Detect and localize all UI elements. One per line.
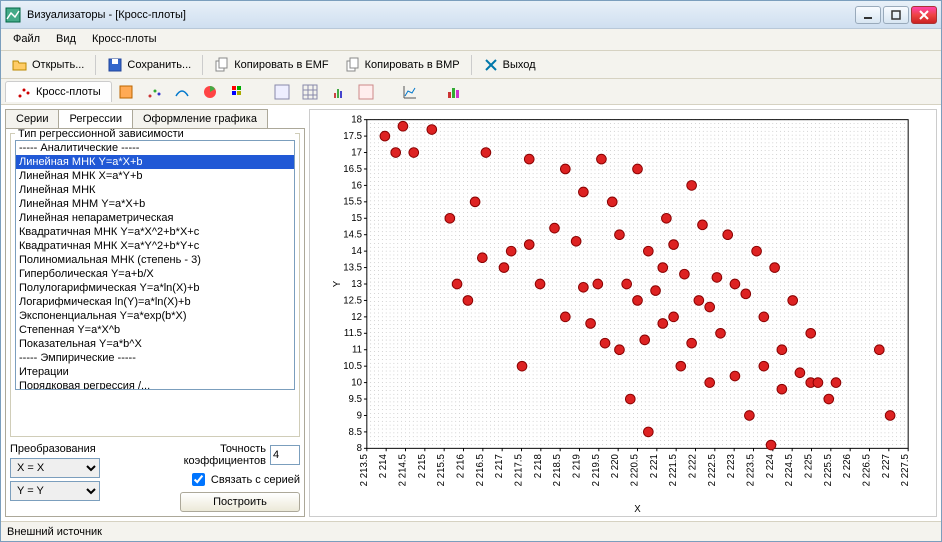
regression-item[interactable]: Степенная Y=a*X^b [16, 323, 294, 337]
main-toolbar: Открыть... Сохранить... Копировать в EMF… [1, 51, 941, 79]
toolbar-icon-2[interactable] [140, 82, 168, 102]
tab-chart-design[interactable]: Оформление графика [132, 109, 268, 128]
regression-item[interactable]: Квадратичная МНК X=a*Y^2+b*Y+c [16, 239, 294, 253]
scatter-icon [16, 84, 32, 100]
app-icon [5, 7, 21, 23]
regression-item[interactable]: Порядковая регрессия /... [16, 379, 294, 390]
regression-item[interactable]: Линейная МНМ Y=a*X+b [16, 197, 294, 211]
precision-label: Точность коэффициентов [176, 443, 266, 467]
transform-x-select[interactable]: X = X [10, 458, 100, 478]
save-button[interactable]: Сохранить... [100, 54, 198, 76]
toolbar-icon-8[interactable] [324, 82, 352, 102]
regression-item[interactable]: ----- Аналитические ----- [16, 141, 294, 155]
toolbar-icon-9[interactable] [352, 82, 380, 102]
regression-item[interactable]: ----- Эмпирические ----- [16, 351, 294, 365]
menu-file[interactable]: Файл [5, 29, 48, 50]
regression-item[interactable]: Экспоненциальная Y=a*exp(b*X) [16, 309, 294, 323]
regression-group-title: Тип регрессионной зависимости [15, 128, 295, 140]
toolbar-icon-3[interactable] [168, 82, 196, 102]
left-panel: Серии Регрессии Оформление графика Тип р… [5, 109, 305, 517]
copy-bmp-button[interactable]: Копировать в BMP [338, 54, 467, 76]
transform-y-select[interactable]: Y = Y [10, 481, 100, 501]
sub-tabs: Серии Регрессии Оформление графика [5, 109, 305, 128]
bottom-controls: Преобразования X = X Y = Y Точность коэф… [10, 443, 300, 512]
regression-item[interactable]: Итерации [16, 365, 294, 379]
regression-item[interactable]: Гиперболическая Y=a+b/X [16, 267, 294, 281]
exit-icon [483, 57, 499, 73]
copy-emf-button[interactable]: Копировать в EMF [207, 54, 335, 76]
toolbar-icon-6[interactable] [268, 82, 296, 102]
maximize-button[interactable] [883, 6, 909, 24]
toolbar-icon-1[interactable] [112, 82, 140, 102]
toolbar-icon-5[interactable] [224, 82, 252, 102]
app-window: Визуализаторы - [Кросс-плоты] Файл Вид К… [0, 0, 942, 542]
tab-regression[interactable]: Регрессии [58, 109, 133, 128]
menu-view[interactable]: Вид [48, 29, 84, 50]
build-button[interactable]: Построить [180, 492, 300, 512]
regression-item[interactable]: Линейная МНК Y=a*X+b [16, 155, 294, 169]
content-area: Серии Регрессии Оформление графика Тип р… [1, 105, 941, 521]
scatter-chart: 88.599.51010.51111.51212.51313.51414.515… [310, 110, 936, 516]
copy-icon [345, 57, 361, 73]
crossplots-tab[interactable]: Кросс-плоты [5, 81, 112, 102]
precision-input[interactable] [270, 445, 300, 465]
regression-item[interactable]: Полулогарифмическая Y=a*ln(X)+b [16, 281, 294, 295]
regression-item[interactable]: Квадратичная МНК Y=a*X^2+b*X+c [16, 225, 294, 239]
tab-series[interactable]: Серии [5, 109, 59, 128]
save-icon [107, 57, 123, 73]
regression-item[interactable]: Полиномиальная МНК (степень - 3) [16, 253, 294, 267]
status-text: Внешний источник [7, 526, 102, 538]
transform-label: Преобразования [10, 443, 100, 455]
folder-open-icon [12, 57, 28, 73]
open-button[interactable]: Открыть... [5, 54, 91, 76]
regression-item[interactable]: Линейная МНК X=a*Y+b [16, 169, 294, 183]
minimize-button[interactable] [855, 6, 881, 24]
chart-area[interactable]: 88.599.51010.51111.51212.51313.51414.515… [309, 109, 937, 517]
regression-type-group: Тип регрессионной зависимости ----- Анал… [10, 133, 300, 437]
regression-item[interactable]: Показательная Y=a*b^X [16, 337, 294, 351]
menubar: Файл Вид Кросс-плоты [1, 29, 941, 51]
statusbar: Внешний источник [1, 521, 941, 541]
secondary-toolbar: Кросс-плоты [1, 79, 941, 105]
window-title: Визуализаторы - [Кросс-плоты] [27, 9, 855, 21]
copy-icon [214, 57, 230, 73]
toolbar-icon-11[interactable] [440, 82, 468, 102]
toolbar-icon-7[interactable] [296, 82, 324, 102]
regression-item[interactable]: Линейная непараметрическая [16, 211, 294, 225]
tab-content: Тип регрессионной зависимости ----- Анал… [5, 128, 305, 517]
regression-item[interactable]: Логарифмическая ln(Y)=a*ln(X)+b [16, 295, 294, 309]
toolbar-icon-4[interactable] [196, 82, 224, 102]
regression-listbox[interactable]: ----- Аналитические -----Линейная МНК Y=… [15, 140, 295, 390]
titlebar: Визуализаторы - [Кросс-плоты] [1, 1, 941, 29]
regression-item[interactable]: Линейная МНК [16, 183, 294, 197]
exit-button[interactable]: Выход [476, 54, 543, 76]
toolbar-icon-10[interactable] [396, 82, 424, 102]
link-series-checkbox[interactable]: Связать с серией [188, 470, 300, 489]
close-button[interactable] [911, 6, 937, 24]
menu-crossplots[interactable]: Кросс-плоты [84, 29, 165, 50]
